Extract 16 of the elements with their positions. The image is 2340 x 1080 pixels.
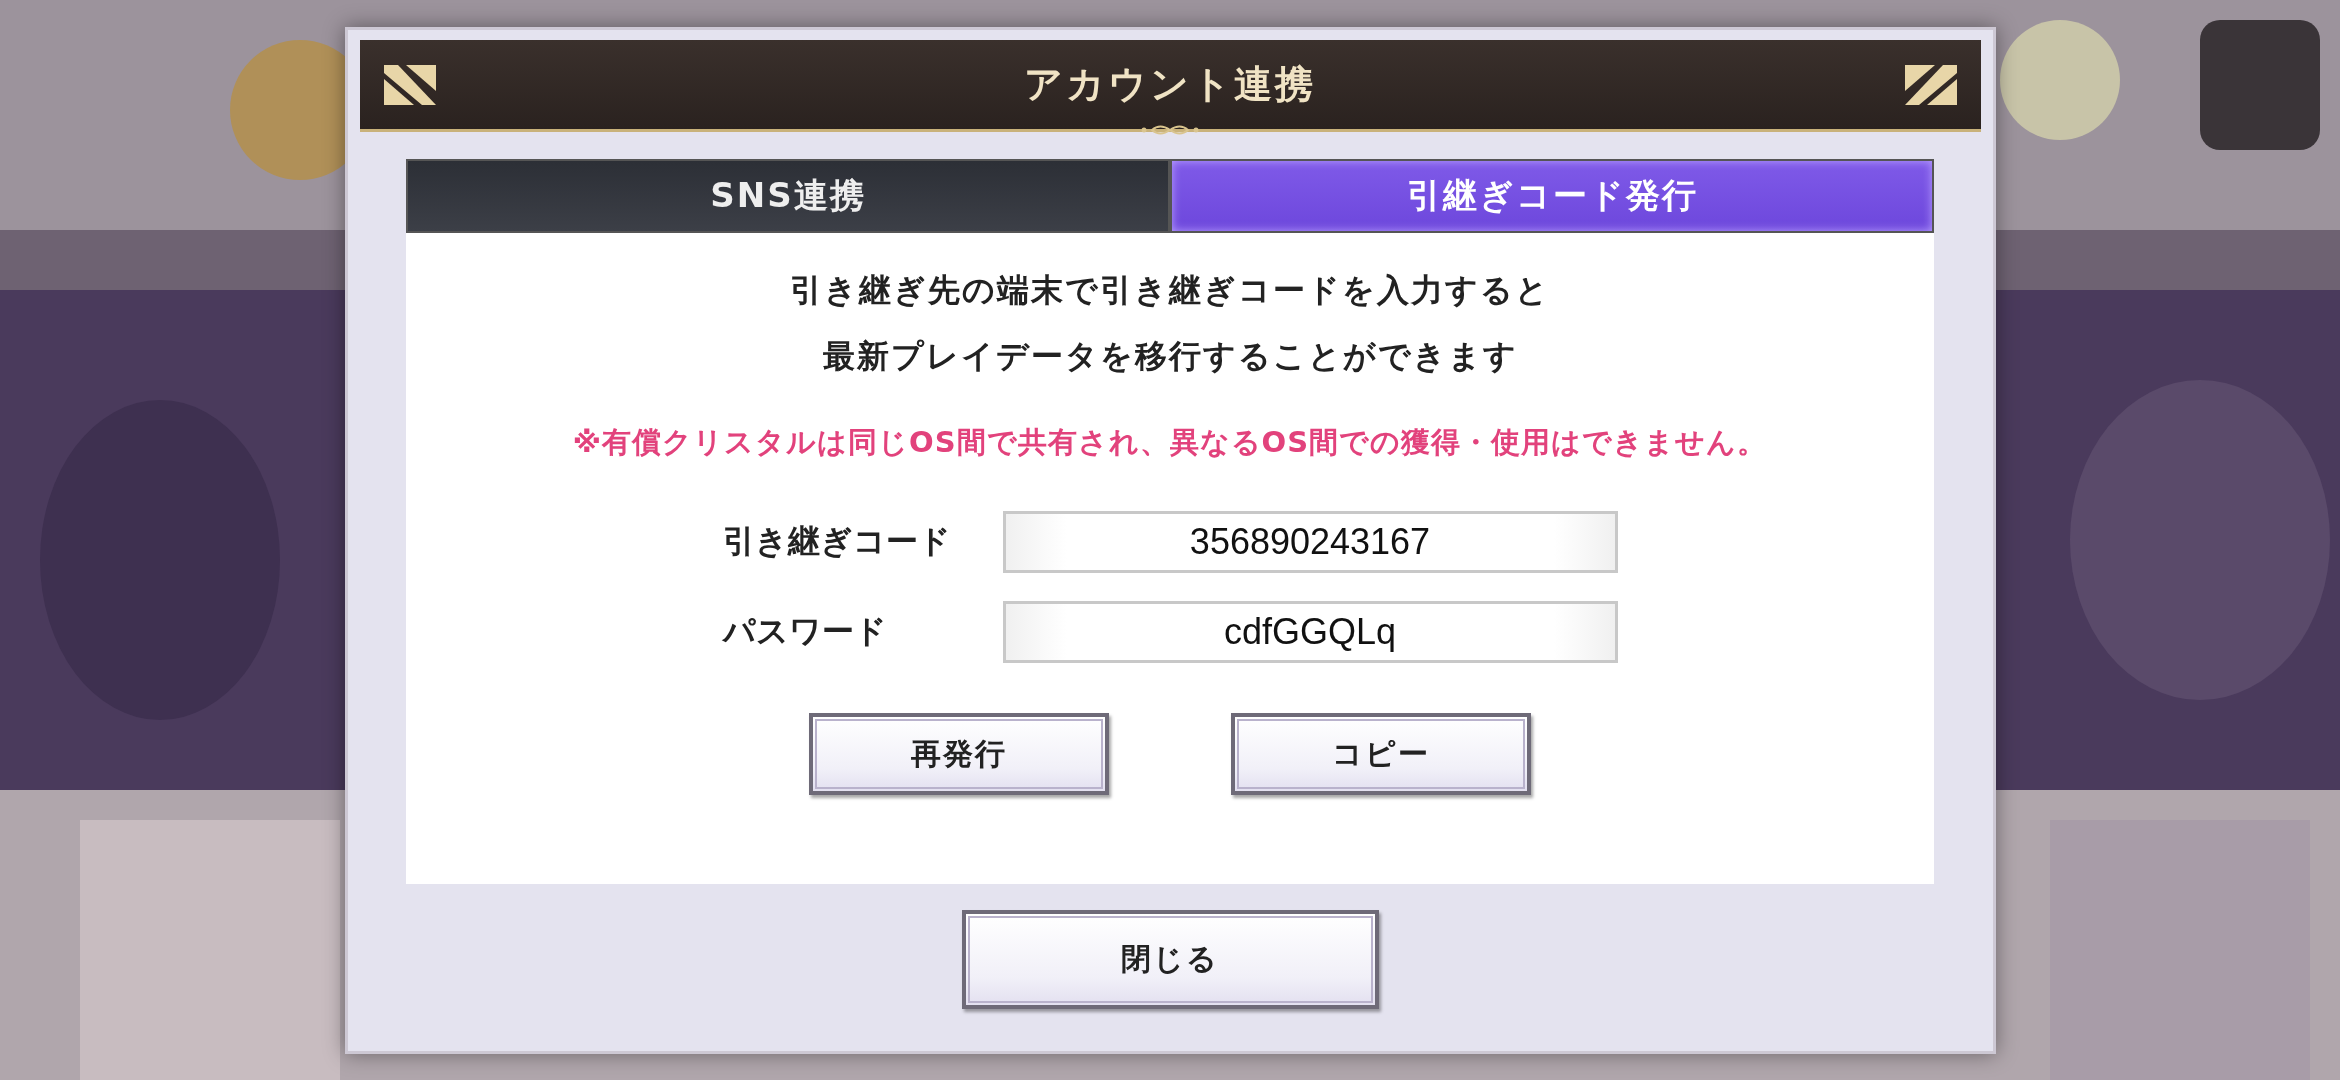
instruction-text: 引き継ぎ先の端末で引き継ぎコードを入力すると bbox=[790, 270, 1550, 311]
corner-ornament-icon bbox=[383, 64, 436, 105]
action-button[interactable]: 再発行 bbox=[809, 713, 1109, 795]
code-field[interactable]: cdfGGQLq bbox=[1002, 601, 1618, 663]
field-label: パスワード bbox=[722, 611, 888, 652]
notice-text: ※有償クリスタルは同じOS間で共有され、異なるOS間での獲得・使用はできません。 bbox=[572, 424, 1768, 461]
action-button[interactable]: コピー bbox=[1231, 713, 1531, 795]
field-label: 引き継ぎコード bbox=[722, 521, 952, 562]
tab[interactable]: 引継ぎコード発行 bbox=[1170, 159, 1934, 233]
ornament-icon bbox=[1140, 123, 1200, 137]
code-field[interactable]: 356890243167 bbox=[1002, 511, 1618, 573]
corner-ornament-icon bbox=[1904, 64, 1957, 105]
dialog-title: アカウント連携 bbox=[1024, 61, 1316, 108]
close-button[interactable]: 閉じる bbox=[961, 910, 1379, 1009]
tab[interactable]: SNS連携 bbox=[406, 159, 1170, 233]
instruction-text: 最新プレイデータを移行することができます bbox=[822, 336, 1518, 377]
